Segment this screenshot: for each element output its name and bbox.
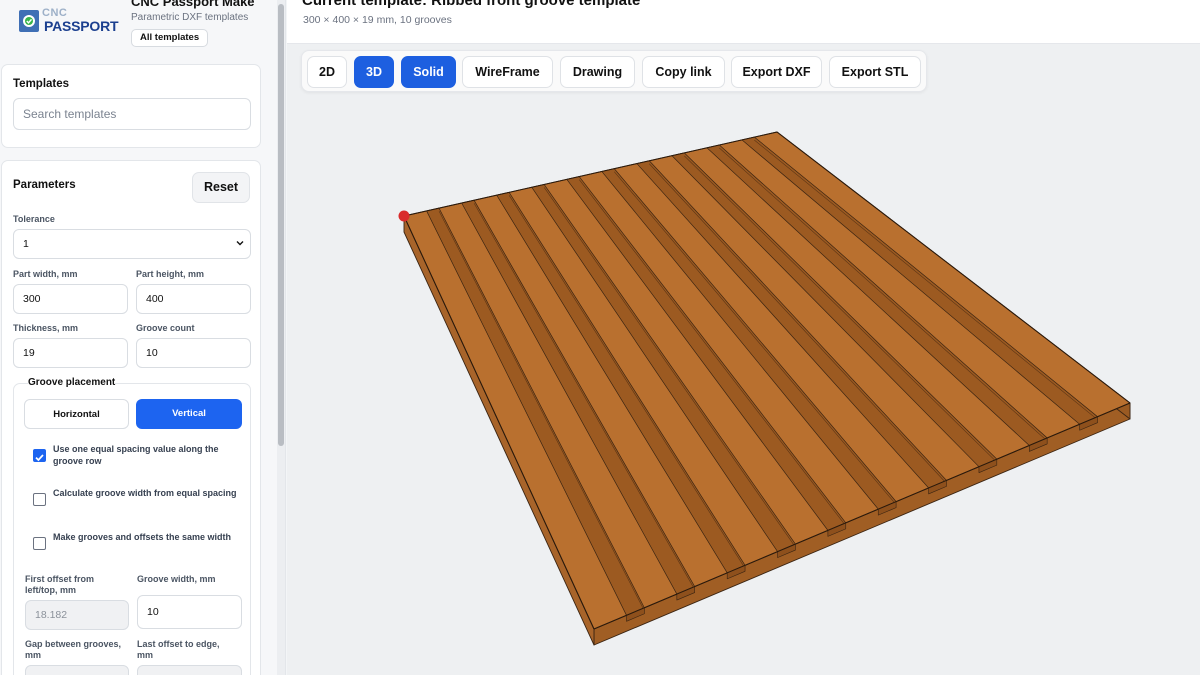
sidebar-scrollbar[interactable] <box>277 0 285 675</box>
current-template-title: Current template: Ribbed front groove te… <box>302 0 641 9</box>
templates-panel: Templates Search templates <box>1 64 261 148</box>
checkmark-icon <box>35 454 44 462</box>
current-template-dimensions: 300 × 400 × 19 mm, 10 grooves <box>303 14 452 26</box>
view-toolbar: 2D 3D Solid WireFrame Drawing Copy link … <box>301 50 927 92</box>
groove-count-input[interactable]: 10 <box>136 338 251 368</box>
thickness-input[interactable]: 19 <box>13 338 128 368</box>
parameters-title: Parameters <box>13 179 76 191</box>
groove-count-label: Groove count <box>136 323 195 333</box>
templates-title: Templates <box>13 78 70 90</box>
template-search-input[interactable]: Search templates <box>13 98 251 130</box>
chevron-down-icon <box>236 241 244 246</box>
3d-viewport[interactable]: 2D 3D Solid WireFrame Drawing Copy link … <box>287 44 1200 675</box>
panel-geometry <box>398 131 1131 646</box>
2d-button[interactable]: 2D <box>307 56 347 88</box>
equal-spacing-checkbox[interactable] <box>33 449 46 462</box>
export-dxf-button[interactable]: Export DXF <box>731 56 822 88</box>
tolerance-label: Tolerance <box>13 214 55 224</box>
solid-button[interactable]: Solid <box>401 56 456 88</box>
gap-input[interactable] <box>25 665 129 675</box>
gear-check-icon <box>19 10 39 32</box>
app-subtitle: Parametric DXF templates <box>131 12 249 23</box>
all-templates-button[interactable]: All templates <box>131 29 209 47</box>
groove-width-input[interactable]: 10 <box>137 595 242 629</box>
groove-placement-title: Groove placement <box>28 377 116 388</box>
drawing-button[interactable]: Drawing <box>560 56 635 88</box>
vertical-toggle[interactable]: Vertical <box>136 399 242 429</box>
calc-groove-width-checkbox[interactable] <box>33 493 46 506</box>
gap-label: Gap between grooves, mm <box>25 639 122 660</box>
template-header: Current template: Ribbed front groove te… <box>287 0 1200 44</box>
app-title: CNC Passport Make <box>131 0 255 9</box>
export-stl-button[interactable]: Export STL <box>829 56 921 88</box>
same-width-label: Make grooves and offsets the same width <box>53 532 232 542</box>
calc-groove-width-label: Calculate groove width from equal spacin… <box>53 488 237 498</box>
parameters-panel: Parameters Reset Tolerance 1 Part width,… <box>1 160 261 675</box>
thickness-label: Thickness, mm <box>13 323 79 333</box>
origin-marker <box>398 210 410 222</box>
horizontal-toggle[interactable]: Horizontal <box>24 399 129 429</box>
wireframe-button[interactable]: WireFrame <box>462 56 553 88</box>
ribbed-panel-model[interactable] <box>287 44 1200 675</box>
groove-width-label: Groove width, mm <box>137 574 216 584</box>
main-area: Current template: Ribbed front groove te… <box>287 0 1200 675</box>
logo[interactable]: CNC PASSPORT <box>18 6 119 38</box>
sidebar: CNC PASSPORT CNC Passport Make Parametri… <box>0 0 286 675</box>
3d-button[interactable]: 3D <box>354 56 394 88</box>
first-offset-input[interactable]: 18.182 <box>25 600 129 630</box>
tolerance-value: 1 <box>23 238 29 250</box>
copy-link-button[interactable]: Copy link <box>642 56 725 88</box>
part-width-input[interactable]: 300 <box>13 284 128 314</box>
brand-header: CNC PASSPORT CNC Passport Make Parametri… <box>0 0 276 62</box>
same-width-checkbox[interactable] <box>33 537 46 550</box>
equal-spacing-label: Use one equal spacing value along the gr… <box>53 444 219 466</box>
part-width-label: Part width, mm <box>13 269 78 279</box>
logo-text-bottom: PASSPORT <box>44 18 119 34</box>
reset-button[interactable]: Reset <box>192 172 250 203</box>
part-height-input[interactable]: 400 <box>136 284 251 314</box>
tolerance-select[interactable]: 1 <box>13 229 251 259</box>
part-height-label: Part height, mm <box>136 269 205 279</box>
first-offset-label: First offset from left/top, mm <box>25 574 95 595</box>
scrollbar-thumb[interactable] <box>278 4 284 446</box>
last-offset-label: Last offset to edge, mm <box>137 639 220 660</box>
groove-placement-group: Groove placement Horizontal Vertical Use… <box>13 377 251 675</box>
last-offset-input[interactable] <box>137 665 242 675</box>
